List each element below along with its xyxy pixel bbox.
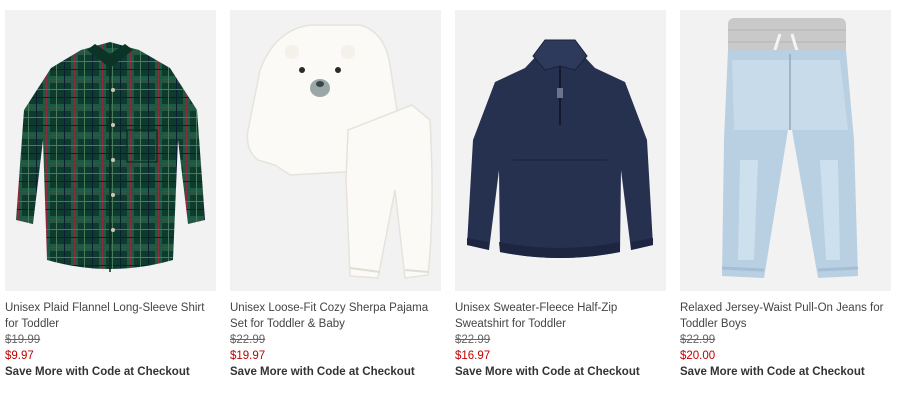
product-card[interactable]: Unisex Sweater-Fleece Half-Zip Sweatshir… — [455, 10, 666, 380]
product-title[interactable]: Unisex Sweater-Fleece Half-Zip Sweatshir… — [455, 300, 666, 332]
product-image[interactable] — [5, 10, 216, 291]
product-card[interactable]: Relaxed Jersey-Waist Pull-On Jeans for T… — [680, 10, 891, 380]
original-price: $19.99 — [5, 334, 41, 346]
promo-text: Save More with Code at Checkout — [680, 366, 865, 378]
sale-price: $19.97 — [230, 350, 266, 362]
promo-text: Save More with Code at Checkout — [455, 366, 640, 378]
product-card[interactable]: Unisex Loose-Fit Cozy Sherpa Pajama Set … — [230, 10, 441, 380]
product-card[interactable]: Unisex Plaid Flannel Long-Sleeve Shirt f… — [5, 10, 216, 380]
original-price: $22.99 — [455, 334, 491, 346]
navy-half-zip-sweatshirt-image — [467, 39, 653, 258]
product-title[interactable]: Unisex Loose-Fit Cozy Sherpa Pajama Set … — [230, 300, 441, 332]
sale-price: $20.00 — [680, 350, 716, 362]
original-price: $22.99 — [230, 334, 266, 346]
product-image[interactable] — [680, 10, 891, 291]
product-grid: Unisex Plaid Flannel Long-Sleeve Shirt f… — [5, 10, 891, 380]
plaid-flannel-shirt-image — [16, 42, 205, 272]
light-wash-jeans-image — [721, 18, 859, 278]
product-image[interactable] — [455, 10, 666, 291]
sale-price: $9.97 — [5, 350, 34, 362]
product-image[interactable] — [230, 10, 441, 291]
product-title[interactable]: Unisex Plaid Flannel Long-Sleeve Shirt f… — [5, 300, 216, 332]
sherpa-bear-pajama-set-image — [246, 24, 433, 279]
sale-price: $16.97 — [455, 350, 491, 362]
promo-text: Save More with Code at Checkout — [5, 366, 190, 378]
product-title[interactable]: Relaxed Jersey-Waist Pull-On Jeans for T… — [680, 300, 891, 332]
original-price: $22.99 — [680, 334, 716, 346]
promo-text: Save More with Code at Checkout — [230, 366, 415, 378]
